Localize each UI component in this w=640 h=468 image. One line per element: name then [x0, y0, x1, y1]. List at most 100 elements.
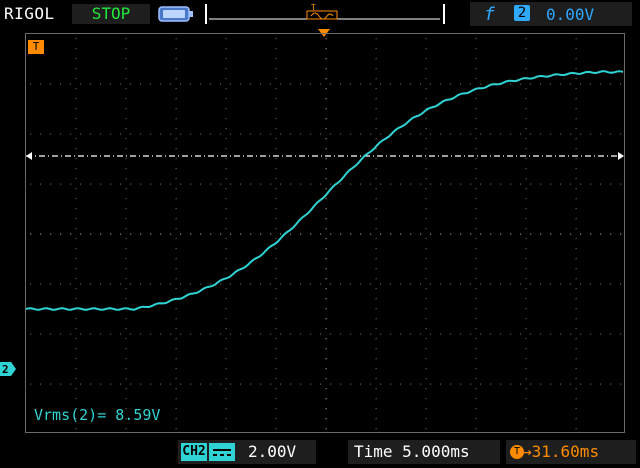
- grid-dot: [325, 158, 327, 160]
- grid-dot: [575, 198, 577, 200]
- grid-dot: [525, 198, 527, 200]
- grid-dot: [375, 408, 377, 410]
- grid-dot: [425, 158, 427, 160]
- grid-dot: [175, 168, 177, 170]
- timebase-panel[interactable]: Time 5.000ms: [348, 440, 500, 464]
- grid-dot: [510, 333, 512, 335]
- grid-dot: [175, 128, 177, 130]
- grid-dot: [440, 383, 442, 385]
- grid-dot: [375, 318, 377, 320]
- grid-dot: [475, 428, 477, 430]
- grid-dot: [175, 98, 177, 100]
- grid-dot: [90, 183, 92, 185]
- grid-dot: [240, 333, 242, 335]
- grid-dot: [475, 68, 477, 70]
- grid-dot: [375, 328, 377, 330]
- grid-dot: [250, 233, 252, 235]
- grid-dot: [325, 98, 327, 100]
- grid-dot: [75, 78, 77, 80]
- grid-dot: [360, 133, 362, 135]
- grid-dot: [310, 133, 312, 135]
- grid-dot: [525, 218, 527, 220]
- grid-dot: [525, 138, 527, 140]
- channel-2-ground-marker-icon[interactable]: 2: [0, 362, 16, 376]
- grid-dot: [225, 78, 227, 80]
- grid-dot: [460, 383, 462, 385]
- grid-dot: [325, 378, 327, 380]
- grid-dot: [110, 183, 112, 185]
- grid-dot: [360, 233, 362, 235]
- channel-scale-panel[interactable]: CH2 2.00V: [178, 440, 316, 464]
- grid-dot: [225, 98, 227, 100]
- grid-dot: [525, 108, 527, 110]
- grid-dot: [590, 83, 592, 85]
- grid-dot: [275, 298, 277, 300]
- grid-dot: [325, 408, 327, 410]
- grid-dot: [240, 133, 242, 135]
- grid-dot: [575, 428, 577, 430]
- channel-2-marker-label: 2: [2, 363, 9, 376]
- grid-dot: [375, 428, 377, 430]
- grid-dot: [475, 188, 477, 190]
- grid-dot: [90, 283, 92, 285]
- grid-dot: [275, 88, 277, 90]
- grid-dot: [75, 368, 77, 370]
- grid-dot: [30, 133, 32, 135]
- grid-dot: [225, 428, 227, 430]
- grid-dot: [75, 198, 77, 200]
- grid-dot: [540, 133, 542, 135]
- grid-dot: [600, 333, 602, 335]
- grid-dot: [490, 183, 492, 185]
- waveform-display[interactable]: [25, 33, 625, 433]
- trigger-level-left-arrow-icon: [26, 152, 32, 160]
- grid-dot: [400, 83, 402, 85]
- grid-dot: [275, 408, 277, 410]
- grid-dot: [375, 238, 377, 240]
- trigger-offset-panel[interactable]: T →31.60ms: [506, 440, 636, 464]
- grid-dot: [275, 98, 277, 100]
- grid-dot: [575, 38, 577, 40]
- grid-dot: [275, 198, 277, 200]
- run-stop-status[interactable]: STOP: [72, 4, 150, 24]
- grid-dot: [125, 128, 127, 130]
- grid-dot: [90, 133, 92, 135]
- grid-dot: [75, 118, 77, 120]
- grid-dot: [170, 383, 172, 385]
- grid-dot: [180, 333, 182, 335]
- grid-dot: [575, 378, 577, 380]
- grid-dot: [550, 83, 552, 85]
- grid-dot: [325, 368, 327, 370]
- grid-dot: [210, 283, 212, 285]
- grid-dot: [600, 233, 602, 235]
- grid-dot: [50, 233, 52, 235]
- grid-dot: [325, 358, 327, 360]
- trigger-info-panel[interactable]: f 2 0.00V: [470, 2, 632, 26]
- grid-dot: [150, 283, 152, 285]
- grid-dot: [325, 178, 327, 180]
- grid-dot: [620, 383, 622, 385]
- grid-dot: [430, 283, 432, 285]
- grid-dot: [375, 158, 377, 160]
- grid-dot: [490, 383, 492, 385]
- grid-dot: [175, 158, 177, 160]
- grid-dot: [475, 58, 477, 60]
- grid-dot: [130, 83, 132, 85]
- trigger-level-marker-icon[interactable]: T: [28, 40, 44, 54]
- grid-dot: [475, 408, 477, 410]
- grid-dot: [270, 183, 272, 185]
- grid-dot: [320, 83, 322, 85]
- grid-dot: [525, 58, 527, 60]
- grid-dot: [375, 208, 377, 210]
- grid-dot: [310, 183, 312, 185]
- grid-dot: [260, 133, 262, 135]
- grid-dot: [60, 83, 62, 85]
- grid-dot: [460, 233, 462, 235]
- grid-dot: [570, 233, 572, 235]
- grid-dot: [290, 133, 292, 135]
- grid-dot: [375, 308, 377, 310]
- grid-dot: [325, 388, 327, 390]
- grid-dot: [325, 108, 327, 110]
- grid-dot: [560, 83, 562, 85]
- grid-dot: [600, 383, 602, 385]
- grid-dot: [175, 68, 177, 70]
